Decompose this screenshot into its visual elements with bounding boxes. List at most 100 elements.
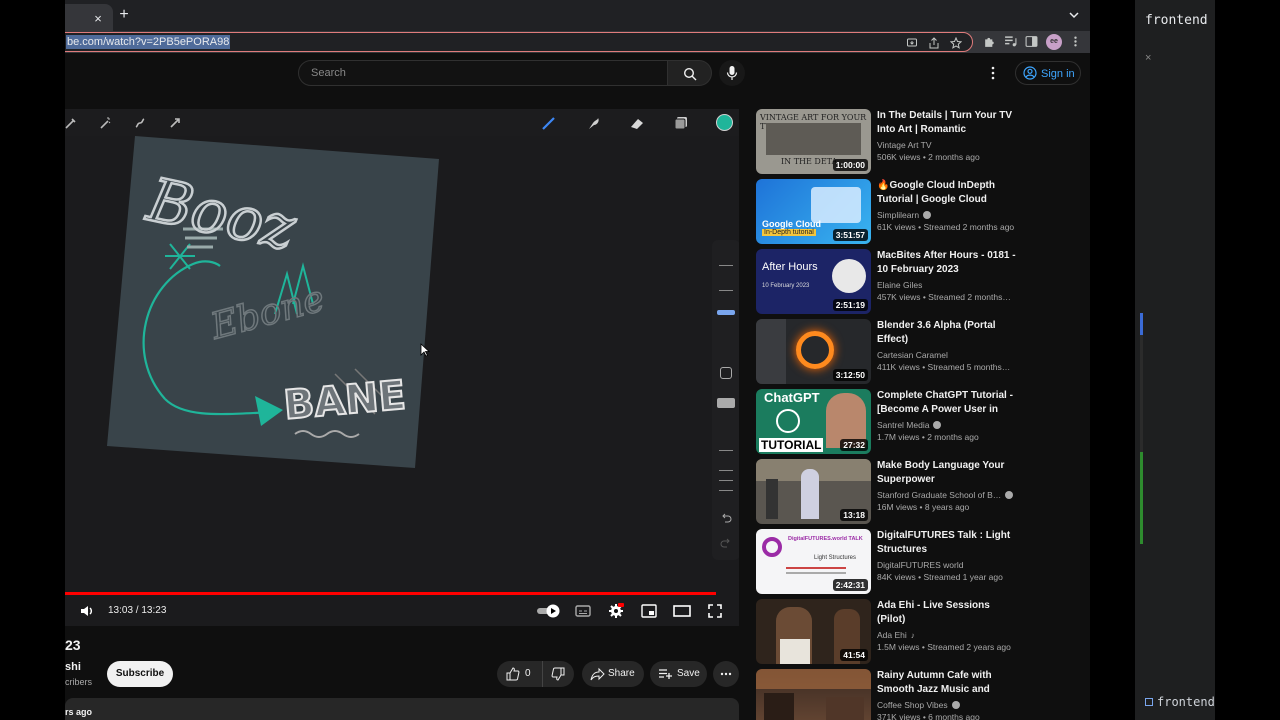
- description-box[interactable]: [65, 698, 739, 720]
- rec-channel[interactable]: DigitalFUTURES world: [877, 560, 1017, 570]
- rec-title[interactable]: Make Body Language Your Superpower: [877, 459, 1017, 487]
- url-text[interactable]: be.com/watch?v=2PB5ePORA98: [66, 35, 231, 49]
- video-thumbnail[interactable]: [756, 669, 871, 720]
- brush-icon: [542, 117, 555, 130]
- video-thumbnail[interactable]: 13:18: [756, 459, 871, 524]
- list-item[interactable]: ChatGPT TUTORIAL 27:32 Complete ChatGPT …: [756, 389, 1086, 455]
- rec-meta: 61K views • Streamed 2 months ago: [877, 222, 1015, 232]
- profile-avatar[interactable]: ee: [1046, 34, 1062, 50]
- new-tab-icon[interactable]: +: [117, 7, 131, 23]
- thumbnail-subtext: 10 February 2023: [762, 283, 810, 289]
- more-actions-button[interactable]: [713, 661, 739, 687]
- share-arrow-icon: [590, 667, 605, 681]
- rec-channel[interactable]: Stanford Graduate School of B…: [877, 490, 1017, 500]
- thumbnail-text: After Hours: [762, 261, 818, 273]
- install-app-icon[interactable]: [906, 37, 918, 49]
- procreate-sidebar: [712, 240, 739, 560]
- thumbs-down-icon: [551, 667, 565, 681]
- undo-icon: [722, 513, 732, 523]
- rec-title[interactable]: 🔥Google Cloud InDepth Tutorial | Google …: [877, 179, 1017, 207]
- video-thumbnail[interactable]: VINTAGE ART FOR YOUR TV IN THE DETA 1:00…: [756, 109, 871, 174]
- list-item[interactable]: DigitalFUTURES.world TALK Light Structur…: [756, 529, 1086, 595]
- save-button[interactable]: Save: [650, 661, 707, 687]
- rec-title[interactable]: MacBites After Hours - 0181 - 10 Februar…: [877, 249, 1017, 277]
- tab-search-chevron-icon[interactable]: [1068, 9, 1080, 21]
- rec-channel[interactable]: Vintage Art TV: [877, 140, 1017, 150]
- playlist-add-icon: [659, 669, 672, 679]
- settings-menu-icon[interactable]: [987, 65, 999, 81]
- rec-channel-name: Stanford Graduate School of B…: [877, 490, 1002, 500]
- search-input[interactable]: Search: [298, 60, 668, 86]
- search-placeholder: Search: [311, 67, 346, 79]
- active-tab[interactable]: ×: [65, 4, 113, 31]
- search-button[interactable]: [668, 60, 712, 86]
- rec-meta: 1.5M views • Streamed 2 years ago: [877, 642, 1011, 652]
- video-player[interactable]: Booz Ebone BANE 13:03 / 13:23: [65, 109, 739, 626]
- wrench-icon: [65, 118, 76, 129]
- rec-title[interactable]: DigitalFUTURES Talk : Light Structures: [877, 529, 1017, 557]
- video-thumbnail[interactable]: ChatGPT TUTORIAL 27:32: [756, 389, 871, 454]
- search-icon: [683, 67, 697, 81]
- toolbar: be.com/watch?v=2PB5ePORA98: [65, 31, 1090, 53]
- rec-channel[interactable]: Ada Ehi ♪: [877, 630, 1017, 640]
- rec-channel[interactable]: Elaine Giles: [877, 280, 1017, 290]
- side-panel-icon[interactable]: [1025, 35, 1038, 48]
- duration-badge: 27:32: [840, 439, 868, 451]
- list-item[interactable]: 3:12:50 Blender 3.6 Alpha (Portal Effect…: [756, 319, 1086, 385]
- panel-close-icon[interactable]: ×: [1145, 52, 1151, 64]
- fullscreen-icon[interactable]: [707, 603, 723, 619]
- like-button[interactable]: 0: [497, 661, 542, 687]
- procreate-toolbar: [65, 109, 739, 136]
- video-thumbnail[interactable]: After Hours 10 February 2023 2:51:19: [756, 249, 871, 314]
- list-item[interactable]: 41:54 Ada Ehi - Live Sessions (Pilot) Ad…: [756, 599, 1086, 665]
- autoplay-toggle-icon[interactable]: [536, 603, 562, 619]
- rec-meta: 411K views • Streamed 5 months…: [877, 362, 1011, 372]
- list-item[interactable]: VINTAGE ART FOR YOUR TV IN THE DETA 1:00…: [756, 109, 1086, 175]
- video-thumbnail[interactable]: 3:12:50: [756, 319, 871, 384]
- voice-search-button[interactable]: [719, 60, 745, 86]
- rec-meta: 16M views • 8 years ago: [877, 502, 970, 512]
- theater-mode-icon[interactable]: [673, 603, 691, 619]
- video-thumbnail[interactable]: DigitalFUTURES.world TALK Light Structur…: [756, 529, 871, 594]
- media-controls-icon[interactable]: [1004, 35, 1017, 48]
- rec-title[interactable]: Complete ChatGPT Tutorial - [Become A Po…: [877, 389, 1017, 417]
- rec-title[interactable]: In The Details | Turn Your TV Into Art |…: [877, 109, 1017, 137]
- rec-channel[interactable]: Cartesian Caramel: [877, 350, 1017, 360]
- share-label: Share: [608, 668, 635, 679]
- subtitles-icon[interactable]: [575, 603, 591, 619]
- panel-footer[interactable]: frontend: [1145, 695, 1215, 709]
- share-button[interactable]: Share: [582, 661, 644, 687]
- settings-gear-icon[interactable]: [608, 603, 624, 619]
- smudge-icon: [589, 118, 599, 129]
- rec-channel-name: Simplilearn: [877, 210, 920, 220]
- list-item[interactable]: Google Cloud In-Depth tutorial 3:51:57 🔥…: [756, 179, 1086, 245]
- posted-date: rs ago: [65, 707, 93, 717]
- rec-channel[interactable]: Coffee Shop Vibes: [877, 700, 1017, 710]
- video-thumbnail[interactable]: Google Cloud In-Depth tutorial 3:51:57: [756, 179, 871, 244]
- rec-title[interactable]: Ada Ehi - Live Sessions (Pilot): [877, 599, 1017, 627]
- extensions-icon[interactable]: [983, 35, 996, 48]
- miniplayer-icon[interactable]: [641, 603, 657, 619]
- share-icon[interactable]: [928, 37, 940, 49]
- rec-channel[interactable]: Santrel Media: [877, 420, 1017, 430]
- channel-name[interactable]: shi: [65, 661, 81, 673]
- list-item[interactable]: After Hours 10 February 2023 2:51:19 Mac…: [756, 249, 1086, 315]
- list-item[interactable]: 13:18 Make Body Language Your Superpower…: [756, 459, 1086, 525]
- bookmark-star-icon[interactable]: [950, 37, 962, 49]
- eraser-icon: [631, 119, 643, 129]
- subscribe-button[interactable]: Subscribe: [107, 661, 173, 687]
- address-bar[interactable]: be.com/watch?v=2PB5ePORA98: [65, 32, 973, 52]
- player-controls: 13:03 / 13:23: [65, 597, 739, 626]
- tab-close-icon[interactable]: ×: [92, 12, 104, 25]
- dislike-button[interactable]: [542, 661, 574, 687]
- sign-in-button[interactable]: Sign in: [1015, 61, 1081, 85]
- rec-title[interactable]: Blender 3.6 Alpha (Portal Effect): [877, 319, 1017, 347]
- browser-menu-icon[interactable]: [1069, 35, 1082, 48]
- progress-bar[interactable]: [65, 592, 716, 595]
- list-item[interactable]: Rainy Autumn Cafe with Smooth Jazz Music…: [756, 669, 1086, 720]
- thumbnail-text: Google Cloud: [762, 219, 821, 229]
- rec-channel[interactable]: Simplilearn: [877, 210, 1017, 220]
- volume-icon[interactable]: [79, 603, 95, 619]
- video-thumbnail[interactable]: 41:54: [756, 599, 871, 664]
- rec-title[interactable]: Rainy Autumn Cafe with Smooth Jazz Music…: [877, 669, 1017, 697]
